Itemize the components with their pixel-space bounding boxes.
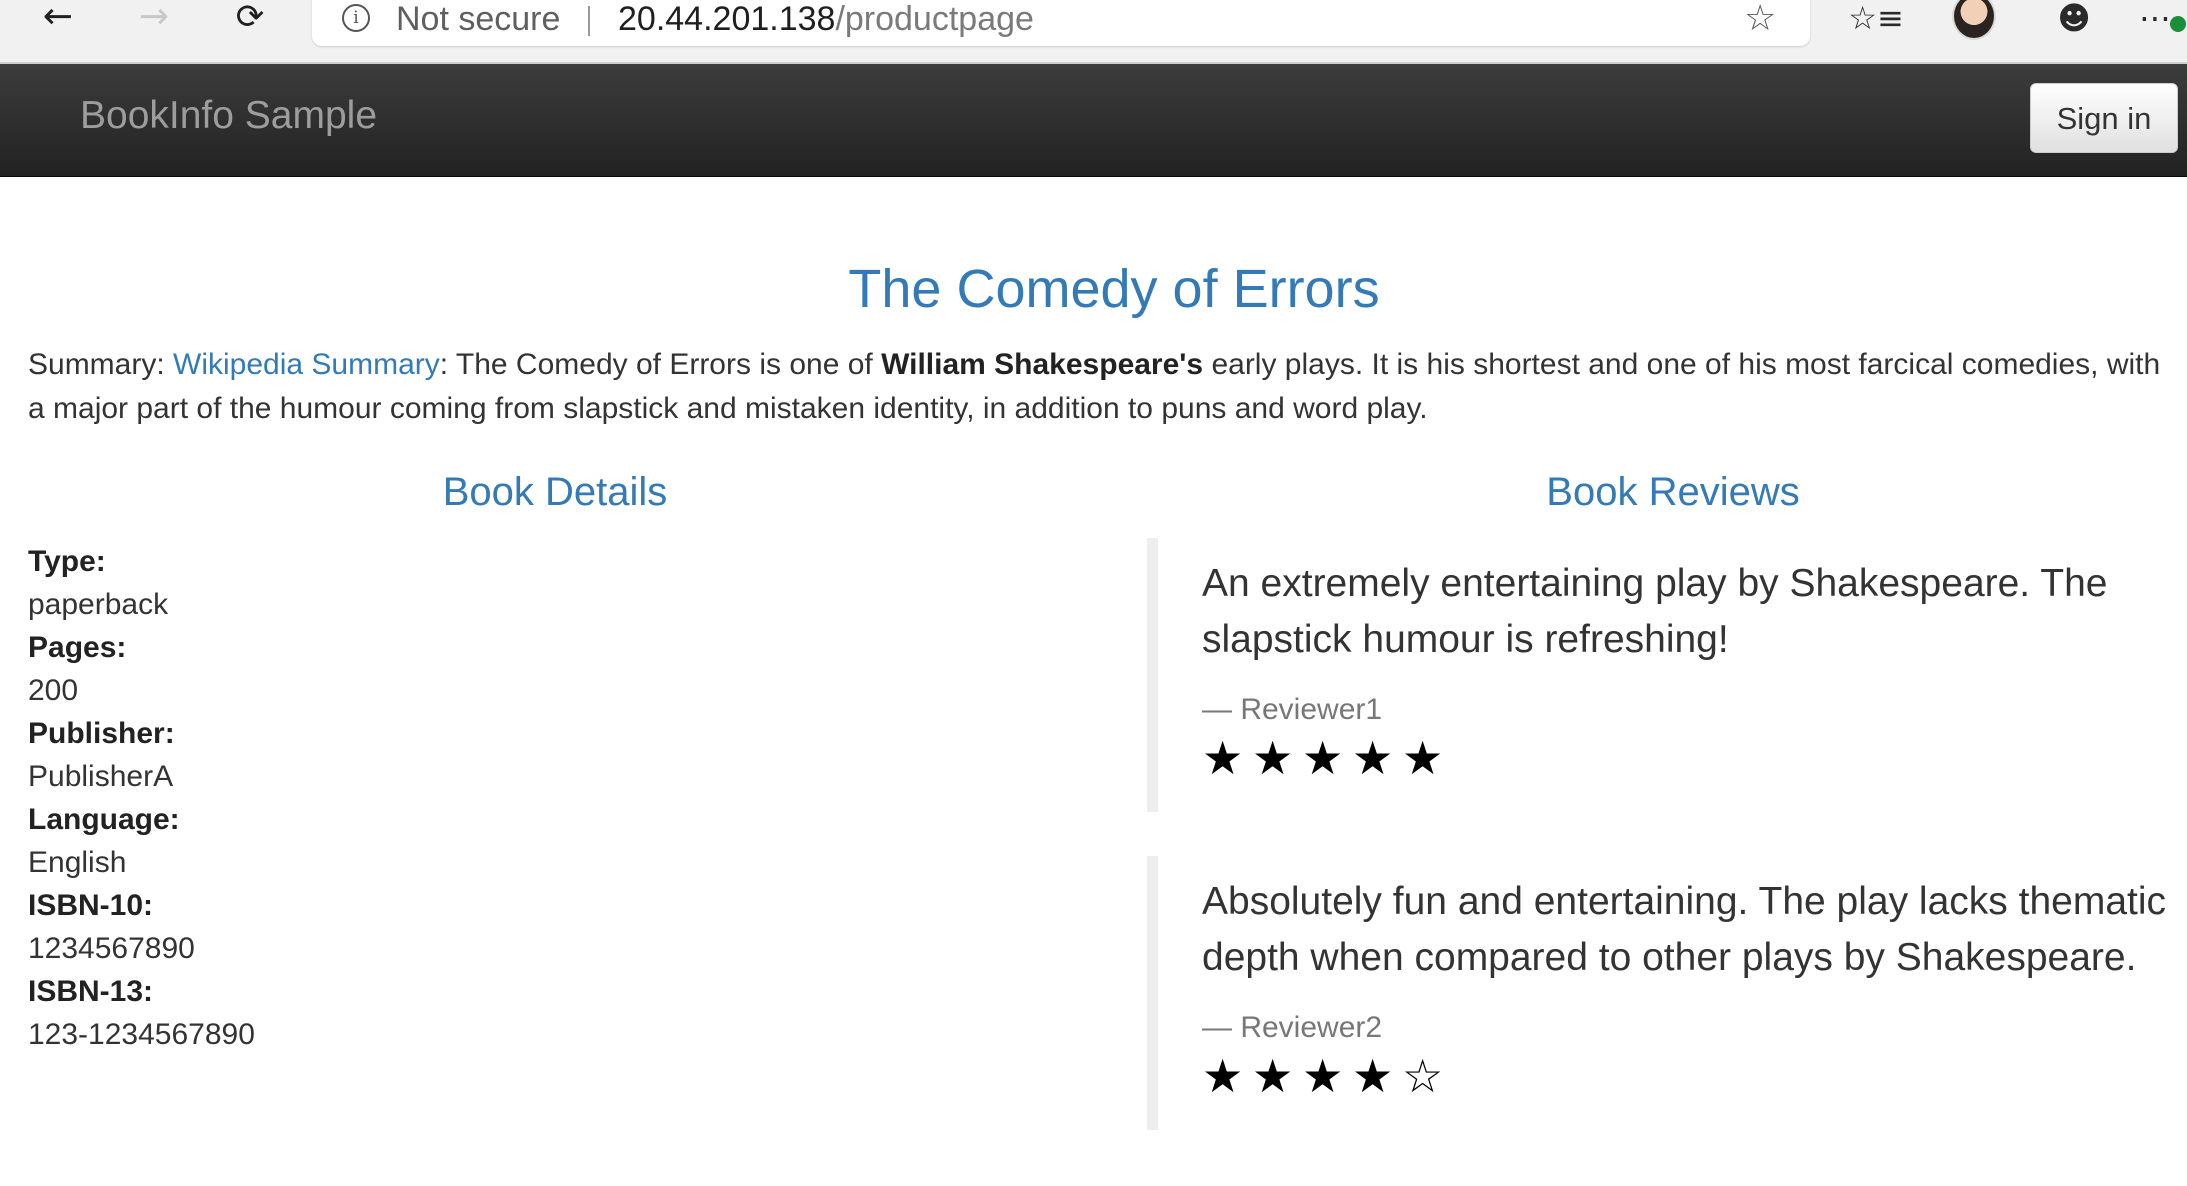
address-bar[interactable]: i Not secure 20.44.201.138/productpage ☆ (312, 0, 1810, 46)
forward-arrow-icon[interactable]: → (124, 0, 184, 35)
detail-value-isbn10: 1234567890 (28, 932, 195, 965)
sign-in-button[interactable]: Sign in (2030, 83, 2178, 153)
back-arrow-icon[interactable]: ← (28, 0, 88, 35)
favorites-list-icon[interactable]: ☆≡ (1848, 0, 1904, 37)
detail-label-pages: Pages: (28, 631, 127, 664)
url-text[interactable]: 20.44.201.138/productpage (618, 0, 1034, 39)
book-reviews-heading: Book Reviews (1546, 470, 1800, 514)
add-favorite-star-icon[interactable]: ☆ (1744, 0, 1776, 39)
wikipedia-summary-link[interactable]: Wikipedia Summary (173, 348, 440, 381)
review-text: Absolutely fun and entertaining. The pla… (1202, 880, 2167, 979)
detail-label-language: Language: (28, 803, 180, 836)
summary-author: William Shakespeare's (881, 348, 1204, 381)
detail-value-language: English (28, 846, 127, 879)
star-filled-icon: ★ (1352, 1049, 1394, 1103)
review-card: An extremely entertaining play by Shakes… (1147, 538, 2187, 812)
detail-label-isbn10: ISBN-10: (28, 889, 154, 922)
navbar-brand[interactable]: BookInfo Sample (80, 94, 377, 138)
star-filled-icon: ★ (1252, 731, 1294, 785)
detail-label-isbn13: ISBN-13: (28, 975, 154, 1008)
star-filled-icon: ★ (1402, 731, 1444, 785)
book-details-list: Type: paperback Pages: 200 Publisher: Pu… (28, 540, 628, 1056)
review-rating-stars: ★ ★ ★ ★ ★ (1202, 730, 2187, 790)
product-summary: Summary: Wikipedia Summary: The Comedy o… (28, 343, 2178, 431)
summary-text: : The Comedy of Errors is one of (439, 348, 882, 381)
refresh-icon[interactable]: ⟳ (220, 0, 280, 34)
product-title: The Comedy of Errors (848, 259, 1380, 319)
app-navbar: BookInfo Sample Sign in (0, 64, 2187, 177)
browser-toolbar: ← → ⟳ i Not secure 20.44.201.138/product… (0, 0, 2187, 64)
share-people-icon[interactable]: ☻ (2046, 0, 2102, 37)
url-host: 20.44.201.138 (618, 0, 836, 38)
summary-prefix: Summary: (28, 348, 174, 381)
review-rating-stars: ★ ★ ★ ★ ☆ (1202, 1048, 2187, 1108)
profile-avatar[interactable] (1952, 0, 1996, 40)
security-status[interactable]: Not secure (396, 0, 560, 39)
review-card: Absolutely fun and entertaining. The pla… (1147, 856, 2187, 1130)
review-author: — Reviewer2 (1202, 1011, 1383, 1044)
star-filled-icon: ★ (1202, 1049, 1244, 1103)
address-separator (588, 6, 590, 36)
star-filled-icon: ★ (1252, 1049, 1294, 1103)
review-text: An extremely entertaining play by Shakes… (1202, 562, 2108, 661)
star-empty-icon: ☆ (1402, 1049, 1444, 1103)
star-filled-icon: ★ (1202, 731, 1244, 785)
detail-value-type: paperback (28, 588, 169, 621)
book-details-heading: Book Details (442, 470, 668, 514)
sync-status-dot (2170, 16, 2186, 32)
detail-value-publisher: PublisherA (28, 760, 174, 793)
star-filled-icon: ★ (1302, 731, 1344, 785)
url-path: /productpage (835, 0, 1034, 38)
review-author: — Reviewer1 (1202, 693, 1383, 726)
detail-label-publisher: Publisher: (28, 717, 175, 750)
info-icon[interactable]: i (342, 4, 370, 32)
detail-label-type: Type: (28, 545, 106, 578)
star-filled-icon: ★ (1302, 1049, 1344, 1103)
detail-value-isbn13: 123-1234567890 (28, 1018, 255, 1051)
detail-value-pages: 200 (28, 674, 79, 707)
star-filled-icon: ★ (1352, 731, 1394, 785)
